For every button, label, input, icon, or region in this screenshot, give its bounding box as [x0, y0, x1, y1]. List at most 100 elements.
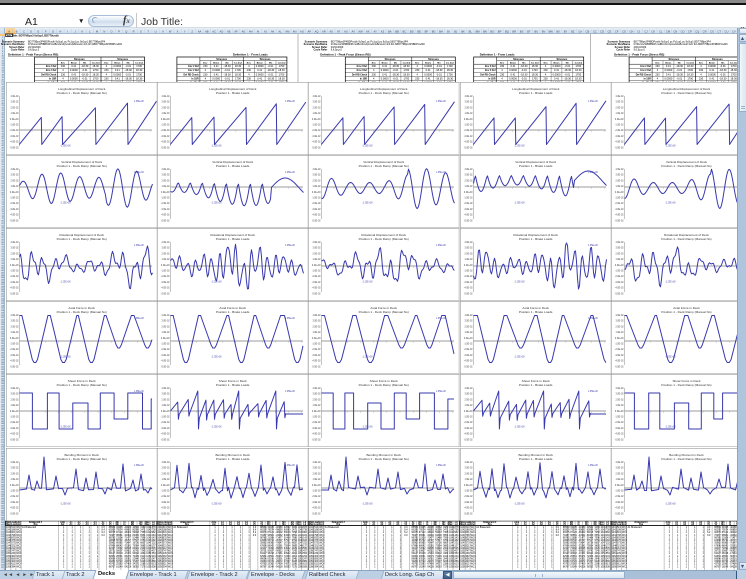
- svg-text:3.0E-02: 3.0E-02: [464, 102, 473, 104]
- svg-text:-3.0E-02: -3.0E-02: [9, 136, 18, 138]
- svg-text:-1.23E+00: -1.23E+00: [211, 145, 222, 147]
- svg-text:3.0E-02: 3.0E-02: [161, 321, 170, 323]
- svg-text:-2.0E-02: -2.0E-02: [161, 203, 170, 205]
- svg-text:3.0E-02: 3.0E-02: [10, 102, 19, 104]
- svg-text:-4.0E-02: -4.0E-02: [9, 288, 18, 290]
- svg-text:-2.0E-02: -2.0E-02: [9, 496, 18, 498]
- svg-text:3.0E-02: 3.0E-02: [10, 467, 19, 469]
- svg-text:1.05E+00: 1.05E+00: [133, 464, 144, 466]
- svg-text:0.0E+00: 0.0E+00: [464, 484, 473, 486]
- svg-text:3.0E-02: 3.0E-02: [616, 321, 625, 323]
- svg-text:1.0E-02: 1.0E-02: [313, 479, 322, 481]
- svg-text:-5.0E-02: -5.0E-02: [9, 440, 18, 442]
- svg-text:0.0E+00: 0.0E+00: [615, 338, 624, 340]
- svg-text:Position 1 - Deck Ramp (Manua: Position 1 - Deck Ramp (Manual No): [359, 456, 409, 460]
- svg-text:-2.0E-02: -2.0E-02: [161, 276, 170, 278]
- svg-text:1.0E-02: 1.0E-02: [616, 186, 625, 188]
- svg-text:-3.0E-02: -3.0E-02: [312, 136, 321, 138]
- svg-text:0.0E+00: 0.0E+00: [9, 192, 18, 194]
- svg-text:-1.0E-02: -1.0E-02: [463, 344, 472, 346]
- svg-text:1.0E-02: 1.0E-02: [616, 259, 625, 261]
- svg-text:3.0E-02: 3.0E-02: [616, 467, 625, 469]
- svg-text:-2.0E-02: -2.0E-02: [9, 276, 18, 278]
- svg-text:-1.23E+00: -1.23E+00: [59, 503, 70, 505]
- svg-text:1.05E+00: 1.05E+00: [436, 391, 447, 393]
- svg-text:-1.23E+00: -1.23E+00: [514, 503, 525, 505]
- svg-text:-5.0E-02: -5.0E-02: [312, 147, 321, 149]
- svg-text:2.0E-02: 2.0E-02: [10, 473, 19, 475]
- svg-text:4.0E-02: 4.0E-02: [161, 242, 170, 244]
- svg-text:-1.0E-02: -1.0E-02: [615, 344, 624, 346]
- svg-text:-3.0E-02: -3.0E-02: [161, 209, 170, 211]
- svg-text:2.0E-02: 2.0E-02: [616, 107, 625, 109]
- svg-text:4.0E-02: 4.0E-02: [313, 242, 322, 244]
- svg-text:4.0E-02: 4.0E-02: [464, 461, 473, 463]
- svg-text:-3.0E-02: -3.0E-02: [312, 282, 321, 284]
- svg-text:-1.0E-02: -1.0E-02: [463, 490, 472, 492]
- svg-text:-2.0E-02: -2.0E-02: [463, 203, 472, 205]
- svg-text:-1.23E+00: -1.23E+00: [211, 282, 222, 284]
- svg-text:2.0E-02: 2.0E-02: [161, 400, 170, 402]
- svg-text:-4.0E-02: -4.0E-02: [615, 507, 624, 509]
- svg-text:2.0E-02: 2.0E-02: [464, 107, 473, 109]
- svg-text:3.0E-02: 3.0E-02: [161, 175, 170, 177]
- svg-text:1.0E-02: 1.0E-02: [161, 259, 170, 261]
- svg-text:-1.0E-02: -1.0E-02: [463, 271, 472, 273]
- svg-text:-4.0E-02: -4.0E-02: [615, 142, 624, 144]
- svg-text:1.05E+00: 1.05E+00: [285, 318, 296, 320]
- svg-text:4.0E-02: 4.0E-02: [161, 96, 170, 98]
- svg-text:4.0E-02: 4.0E-02: [313, 169, 322, 171]
- svg-text:-1.0E-02: -1.0E-02: [463, 417, 472, 419]
- svg-text:3.0E-02: 3.0E-02: [616, 175, 625, 177]
- svg-text:-1.23E+00: -1.23E+00: [514, 145, 525, 147]
- svg-text:-1.0E-02: -1.0E-02: [161, 344, 170, 346]
- svg-text:3.0E-02: 3.0E-02: [313, 248, 322, 250]
- svg-text:-1.23E+00: -1.23E+00: [59, 203, 70, 205]
- svg-text:-5.0E-02: -5.0E-02: [312, 440, 321, 442]
- svg-text:-5.0E-02: -5.0E-02: [312, 513, 321, 515]
- svg-text:-4.0E-02: -4.0E-02: [9, 434, 18, 436]
- svg-text:Position 1 - Deck Ramp (Manua: Position 1 - Deck Ramp (Manual No): [662, 456, 712, 460]
- svg-text:-2.0E-02: -2.0E-02: [9, 349, 18, 351]
- svg-text:0.0E+00: 0.0E+00: [312, 411, 321, 413]
- svg-text:1.05E+00: 1.05E+00: [436, 245, 447, 247]
- svg-text:-1.0E-02: -1.0E-02: [161, 198, 170, 200]
- svg-text:-5.0E-02: -5.0E-02: [9, 513, 18, 515]
- svg-text:-4.0E-02: -4.0E-02: [463, 142, 472, 144]
- svg-text:-4.0E-02: -4.0E-02: [9, 215, 18, 217]
- svg-text:-2.0E-02: -2.0E-02: [9, 423, 18, 425]
- svg-text:-5.0E-02: -5.0E-02: [615, 367, 624, 369]
- svg-text:1.0E-02: 1.0E-02: [10, 113, 19, 115]
- svg-text:Position 1 - Deck Ramp (Manua: Position 1 - Deck Ramp (Manual No): [56, 91, 106, 95]
- svg-text:-3.0E-02: -3.0E-02: [615, 355, 624, 357]
- svg-text:3.0E-02: 3.0E-02: [10, 175, 19, 177]
- svg-text:-1.23E+00: -1.23E+00: [514, 357, 525, 359]
- svg-text:-4.0E-02: -4.0E-02: [9, 142, 18, 144]
- svg-text:0.0E+00: 0.0E+00: [464, 119, 473, 121]
- svg-text:-2.0E-02: -2.0E-02: [615, 496, 624, 498]
- svg-text:2.0E-02: 2.0E-02: [161, 107, 170, 109]
- svg-text:-1.23E+00: -1.23E+00: [362, 203, 373, 205]
- svg-text:4.0E-02: 4.0E-02: [10, 461, 19, 463]
- svg-text:-3.0E-02: -3.0E-02: [463, 282, 472, 284]
- svg-text:-3.0E-02: -3.0E-02: [463, 136, 472, 138]
- svg-text:Position 1 - Deck Ramp (Manua: Position 1 - Deck Ramp (Manual No): [662, 91, 712, 95]
- svg-text:-3.0E-02: -3.0E-02: [9, 428, 18, 430]
- svg-text:2.0E-02: 2.0E-02: [10, 327, 19, 329]
- svg-text:-2.0E-02: -2.0E-02: [312, 423, 321, 425]
- svg-text:-3.0E-02: -3.0E-02: [312, 355, 321, 357]
- svg-text:-1.23E+00: -1.23E+00: [362, 503, 373, 505]
- svg-text:0.0E+00: 0.0E+00: [9, 119, 18, 121]
- svg-text:3.0E-02: 3.0E-02: [313, 175, 322, 177]
- svg-text:1.0E-02: 1.0E-02: [10, 332, 19, 334]
- svg-text:3.0E-02: 3.0E-02: [464, 394, 473, 396]
- svg-text:3.0E-02: 3.0E-02: [313, 321, 322, 323]
- svg-text:-3.0E-02: -3.0E-02: [9, 355, 18, 357]
- svg-text:-3.0E-02: -3.0E-02: [312, 209, 321, 211]
- svg-text:3.0E-02: 3.0E-02: [161, 394, 170, 396]
- svg-text:-3.0E-02: -3.0E-02: [161, 282, 170, 284]
- svg-text:4.0E-02: 4.0E-02: [161, 388, 170, 390]
- svg-text:0.0E+00: 0.0E+00: [9, 411, 18, 413]
- svg-text:-2.0E-02: -2.0E-02: [161, 349, 170, 351]
- svg-text:4.0E-02: 4.0E-02: [10, 388, 19, 390]
